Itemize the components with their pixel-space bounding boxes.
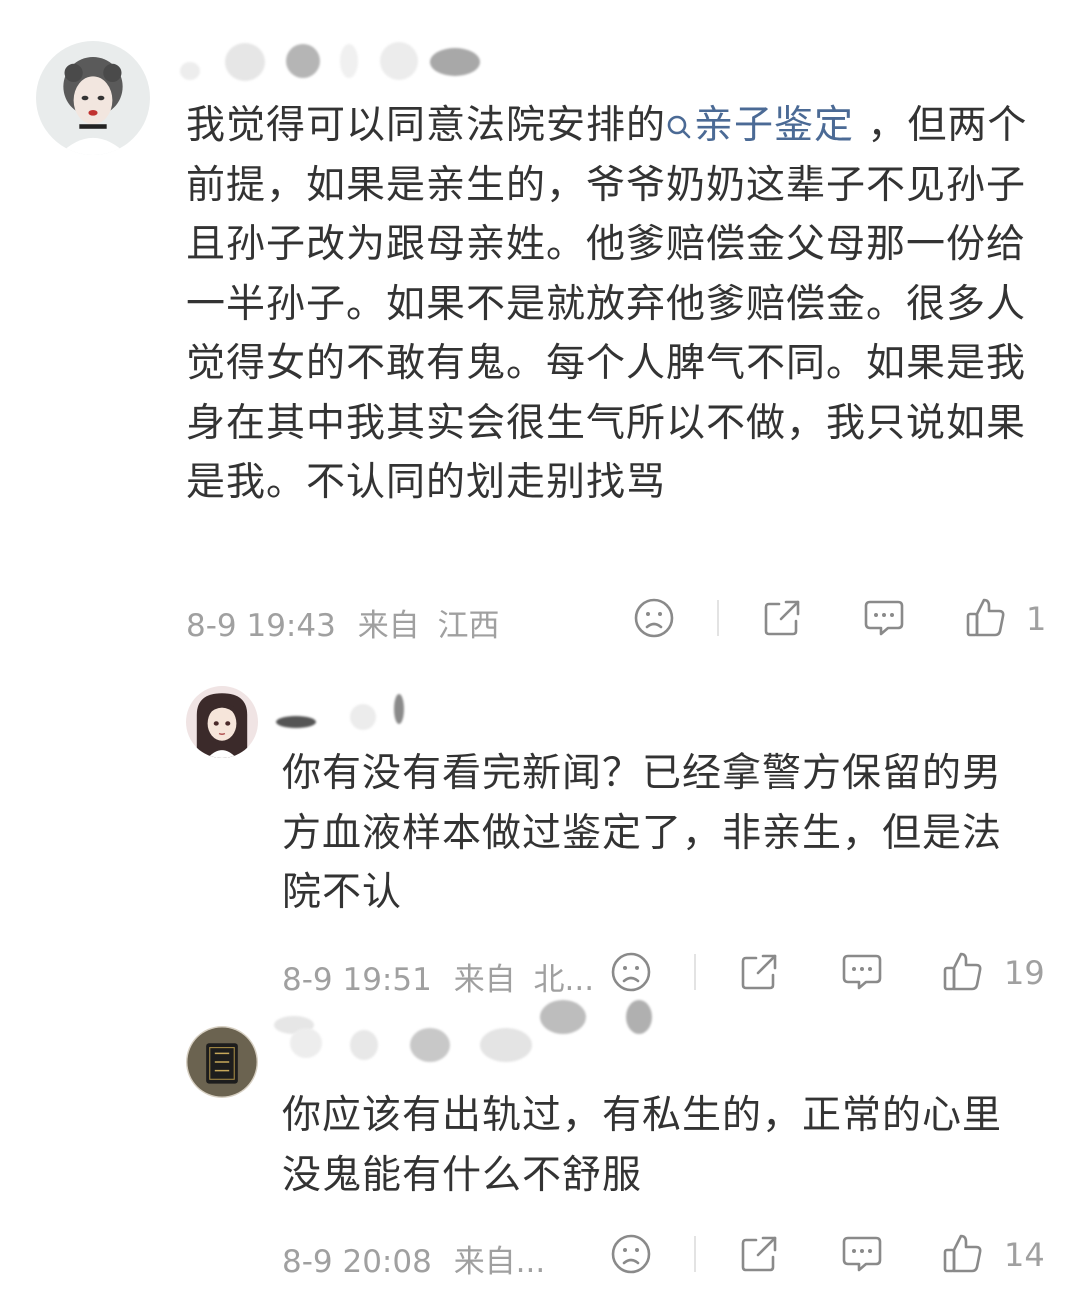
username-blurred[interactable] — [290, 1024, 550, 1070]
comment-icon — [842, 1236, 882, 1272]
from-label: 来自 — [453, 962, 516, 998]
comment-text: 你应该有出轨过，有私生的，正常的心里没鬼能有什么不舒服 — [282, 1093, 1003, 1198]
comment-text: 我觉得可以同意法院安排的 亲子鉴定 ，但两个前提，如果是亲生的，爷爷奶奶这辈子不见… — [186, 96, 1046, 513]
comment-meta: 8-9 20:08 来自... — [282, 1236, 545, 1281]
like-icon — [943, 952, 982, 991]
share-icon — [764, 600, 800, 636]
action-divider — [694, 954, 696, 990]
reply-item: 你有没有看完新闻？已经拿警方保留的男方血液样本做过鉴定了，非亲生，但是法院不认 … — [0, 660, 1079, 1000]
action-divider — [694, 1236, 696, 1272]
comment-icon — [864, 600, 904, 636]
share-button[interactable] — [737, 1232, 781, 1276]
comment-icon — [842, 954, 882, 990]
comment-meta: 8-9 19:43 来自 江西 — [186, 600, 500, 645]
reply-button[interactable] — [861, 596, 907, 640]
reply-button[interactable] — [839, 1232, 885, 1276]
comment-text-part: ，但两个前提，如果是亲生的，爷爷奶奶这辈子不见孙子且孙子改为跟母亲姓。他爹赔偿金… — [186, 103, 1028, 505]
dislike-button[interactable] — [609, 950, 653, 994]
like-icon — [966, 598, 1005, 637]
like-icon — [943, 1234, 982, 1273]
topic-link[interactable]: 亲子鉴定 — [666, 103, 854, 148]
like-button[interactable] — [941, 948, 985, 994]
user-avatar[interactable] — [36, 41, 150, 155]
from-label: 来自 — [357, 608, 420, 644]
share-button[interactable] — [737, 950, 781, 994]
share-button[interactable] — [760, 596, 804, 640]
location: 北... — [533, 962, 595, 998]
reply-button[interactable] — [839, 950, 885, 994]
user-avatar[interactable] — [186, 1026, 258, 1098]
comment-time: 8-9 19:51 — [282, 962, 432, 998]
like-button[interactable] — [941, 1230, 985, 1276]
dislike-button[interactable] — [632, 596, 676, 640]
like-count: 19 — [1004, 954, 1045, 992]
comment-time: 8-9 19:43 — [186, 608, 336, 644]
like-count: 14 — [1004, 1236, 1045, 1274]
share-icon — [741, 954, 777, 990]
username-blurred[interactable] — [180, 40, 500, 86]
dislike-button[interactable] — [609, 1232, 653, 1276]
like-button[interactable] — [964, 594, 1008, 640]
sad-face-icon — [611, 952, 651, 992]
sad-face-icon — [611, 1234, 651, 1274]
comment-item: 我觉得可以同意法院安排的 亲子鉴定 ，但两个前提，如果是亲生的，爷爷奶奶这辈子不见… — [0, 0, 1079, 660]
username-blurred[interactable] — [270, 688, 430, 734]
comment-meta: 8-9 19:51 来自 北... — [282, 954, 594, 999]
reply-item: 你应该有出轨过，有私生的，正常的心里没鬼能有什么不舒服 8-9 20:08 来自… — [0, 1000, 1079, 1304]
share-icon — [741, 1236, 777, 1272]
like-count: 1 — [1026, 600, 1047, 638]
action-divider — [717, 600, 719, 636]
comment-text: 你有没有看完新闻？已经拿警方保留的男方血液样本做过鉴定了，非亲生，但是法院不认 — [282, 751, 1003, 915]
search-icon — [667, 115, 691, 139]
comment-text-part: 我觉得可以同意法院安排的 — [186, 103, 667, 148]
sad-face-icon — [634, 598, 674, 638]
user-avatar[interactable] — [186, 686, 258, 758]
location: 江西 — [437, 608, 500, 644]
comment-time: 8-9 20:08 — [282, 1244, 432, 1280]
topic-label[interactable]: 亲子鉴定 — [694, 103, 854, 148]
from-label: 来自... — [453, 1244, 546, 1280]
